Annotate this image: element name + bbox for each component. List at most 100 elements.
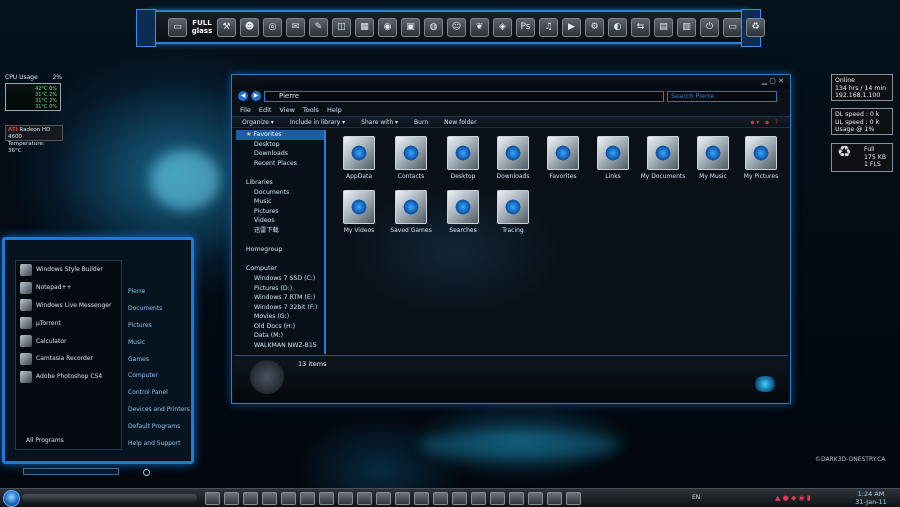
start-link[interactable]: Documents	[128, 305, 190, 322]
app-icon[interactable]	[300, 492, 315, 505]
folder-item[interactable]: Favorites	[538, 136, 588, 180]
app-icon[interactable]	[205, 492, 220, 505]
menu-file[interactable]: File	[240, 106, 251, 114]
image-icon[interactable]: ▣	[401, 18, 420, 37]
search-input[interactable]: Search Pierre	[667, 90, 777, 102]
messenger-icon[interactable]: ☺	[447, 18, 466, 37]
app-icon[interactable]	[414, 492, 429, 505]
globe-icon[interactable]: ◎	[263, 18, 282, 37]
language-indicator[interactable]: EN	[692, 494, 700, 501]
app-icon[interactable]	[547, 492, 562, 505]
app-icon[interactable]	[452, 492, 467, 505]
nav-drive[interactable]: Data (M:)	[236, 331, 324, 341]
nav-pictures[interactable]: Pictures	[236, 207, 324, 217]
nav-drive[interactable]: Windows 7 SSD (C:)	[236, 274, 324, 284]
folder-item[interactable]: My Music	[688, 136, 738, 180]
program-item[interactable]: µTorrent	[16, 314, 121, 332]
start-menu[interactable]: Windows Style Builder Notepad++ Windows …	[2, 237, 194, 476]
nav-xunlei[interactable]: 迅雷下载	[236, 226, 324, 236]
program-item[interactable]: Notepad++	[16, 279, 121, 297]
recycle-bin-gadget[interactable]: ♻ Full 175 KB 1 FLS	[831, 143, 893, 172]
mail-icon[interactable]: ✉	[286, 18, 305, 37]
nav-drive[interactable]: Windows 7 RTM (E:)	[236, 293, 324, 303]
monitor-icon[interactable]: ▭	[168, 18, 187, 37]
folder-item[interactable]: My Pictures	[736, 136, 786, 180]
nav-desktop[interactable]: Desktop	[236, 140, 324, 150]
app-icon[interactable]	[281, 492, 296, 505]
nav-music[interactable]: Music	[236, 197, 324, 207]
window-controls[interactable]: ▁ ▢ ✕	[762, 77, 784, 85]
photoshop-icon[interactable]: Ps	[516, 18, 535, 37]
nav-drive[interactable]: Movies (G:)	[236, 312, 324, 322]
scan-icon[interactable]: ◐	[608, 18, 627, 37]
title-bar[interactable]: ▁ ▢ ✕	[232, 75, 790, 89]
power-icon[interactable]: ⏻	[700, 18, 719, 37]
nav-downloads[interactable]: Downloads	[236, 149, 324, 159]
app-icon[interactable]	[338, 492, 353, 505]
nav-recent-places[interactable]: Recent Places	[236, 159, 324, 169]
program-item[interactable]: Windows Live Messenger	[16, 297, 121, 315]
address-bar[interactable]: Pierre	[264, 90, 664, 102]
program-item[interactable]: Camtasia Recorder	[16, 350, 121, 368]
folder-item[interactable]: Downloads	[488, 136, 538, 180]
fullglass-label[interactable]: FULL glass	[191, 18, 213, 39]
folder-item[interactable]: Saved Games	[386, 190, 436, 234]
nav-drive[interactable]: Old Docs (H:)	[236, 322, 324, 332]
app-icon[interactable]	[357, 492, 372, 505]
app-icon[interactable]	[433, 492, 448, 505]
start-link[interactable]: Help and Support	[128, 440, 190, 457]
trooper-icon[interactable]: ☻	[240, 18, 259, 37]
start-link[interactable]: Games	[128, 356, 190, 373]
taskbar-search[interactable]	[22, 494, 197, 502]
calendar-icon[interactable]: ▤	[654, 18, 673, 37]
start-link[interactable]: Pierre	[128, 288, 190, 305]
nav-libraries[interactable]: Libraries	[236, 178, 324, 188]
computer-icon[interactable]: ▭	[723, 18, 742, 37]
new-folder-button[interactable]: New folder	[444, 117, 476, 127]
navigation-pane[interactable]: ★ Favorites Desktop Downloads Recent Pla…	[236, 130, 326, 354]
notes-icon[interactable]: ✎	[309, 18, 328, 37]
app-icon[interactable]	[262, 492, 277, 505]
nav-computer[interactable]: Computer	[236, 264, 324, 274]
folder-item[interactable]: Searches	[438, 190, 488, 234]
folder-item[interactable]: My Videos	[334, 190, 384, 234]
app-icon[interactable]	[319, 492, 334, 505]
burn-button[interactable]: Burn	[414, 117, 428, 127]
folder-item[interactable]: My Documents	[638, 136, 688, 180]
network-icon[interactable]: ⇆	[631, 18, 650, 37]
view-options-icon[interactable]: ▪ ▾ ▪ ?	[750, 117, 778, 127]
start-orb-icon[interactable]	[3, 490, 20, 507]
app-icon[interactable]	[471, 492, 486, 505]
start-link[interactable]: Music	[128, 339, 190, 356]
folder-item[interactable]: Links	[588, 136, 638, 180]
disc-icon[interactable]: ◉	[378, 18, 397, 37]
chart-icon[interactable]: ▦	[355, 18, 374, 37]
settings-icon[interactable]: ⚙	[585, 18, 604, 37]
menu-tools[interactable]: Tools	[303, 106, 319, 114]
include-library-button[interactable]: Include in library ▾	[290, 117, 345, 127]
start-link[interactable]: Default Programs	[128, 423, 190, 440]
menu-help[interactable]: Help	[327, 106, 342, 114]
start-link[interactable]: Pictures	[128, 322, 190, 339]
nav-drive[interactable]: Windows 7 32bit (F:)	[236, 303, 324, 313]
music-icon[interactable]: ♫	[539, 18, 558, 37]
folder-item[interactable]: Contacts	[386, 136, 436, 180]
back-icon[interactable]: ◀	[238, 91, 248, 101]
app-icon[interactable]	[224, 492, 239, 505]
start-link[interactable]: Control Panel	[128, 389, 190, 406]
start-search-input[interactable]	[23, 468, 119, 475]
tools-icon[interactable]: ⚒	[217, 18, 236, 37]
folder-icon[interactable]: ▥	[677, 18, 696, 37]
folder-item[interactable]: Tracing	[488, 190, 538, 234]
nav-drive[interactable]: WALKMAN NWZ-B15	[236, 341, 324, 351]
bin-icon[interactable]: ♻	[746, 18, 765, 37]
start-link[interactable]: Devices and Printers	[128, 406, 190, 423]
all-programs[interactable]: All Programs	[26, 437, 64, 444]
world-icon[interactable]: ◍	[424, 18, 443, 37]
program-item[interactable]: Calculator	[16, 332, 121, 350]
menu-view[interactable]: View	[279, 106, 294, 114]
share-with-button[interactable]: Share with ▾	[361, 117, 398, 127]
speed-gadget[interactable]: DL speed : 0 k UL speed : 0 k Usage @ 1%	[831, 108, 893, 135]
menu-edit[interactable]: Edit	[259, 106, 272, 114]
program-item[interactable]: Windows Style Builder	[16, 261, 121, 279]
